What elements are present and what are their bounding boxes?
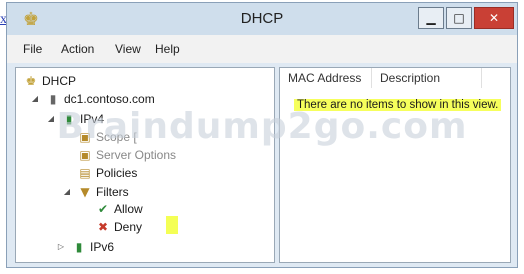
tree-label-dhcp: DHCP — [42, 74, 77, 88]
column-header-mac[interactable]: MAC Address — [280, 68, 372, 88]
deny-x-icon: ✖ — [97, 220, 109, 234]
menu-bar: File Action View Help — [7, 35, 517, 63]
tree-label-allow: Allow — [114, 202, 143, 216]
menu-action[interactable]: Action — [61, 42, 94, 56]
expand-triangle-icon[interactable]: ◢ — [62, 183, 72, 201]
close-button[interactable]: ✕ — [474, 7, 514, 29]
close-icon: ✕ — [488, 11, 500, 25]
title-bar[interactable]: ♚ DHCP ▁ □ ✕ — [7, 3, 517, 35]
content-panes: ♚ DHCP ◢ ▮ dc1.contoso.com ◢ ▮ IPv4 ▣ Sc… — [15, 67, 511, 263]
watermark: Braindump2go.com — [56, 106, 468, 147]
highlighter-mark — [166, 216, 178, 234]
menu-view[interactable]: View — [115, 42, 141, 56]
menu-help[interactable]: Help — [155, 42, 180, 56]
server-options-icon: ▣ — [79, 148, 91, 162]
tree-label-filters: Filters — [96, 185, 129, 199]
tree-label-deny: Deny — [114, 220, 143, 234]
maximize-icon: □ — [453, 11, 465, 25]
maximize-button[interactable]: □ — [446, 7, 472, 29]
ipv6-icon: ▮ — [75, 240, 83, 254]
column-header-description[interactable]: Description — [372, 68, 482, 88]
allow-check-icon: ✔ — [97, 202, 109, 216]
menu-file[interactable]: File — [23, 42, 42, 56]
tree-label-server-options: Server Options — [96, 148, 177, 162]
minimize-icon: ▁ — [426, 11, 436, 25]
tree-label-ipv6: IPv6 — [90, 240, 115, 254]
minimize-button[interactable]: ▁ — [418, 7, 444, 29]
result-list: MAC Address Description There are no ite… — [279, 67, 511, 263]
server-icon: ▮ — [49, 92, 57, 106]
collapse-triangle-icon[interactable]: ▷ — [56, 238, 66, 256]
tree-label-policies: Policies — [96, 166, 138, 180]
dhcp-icon: ♚ — [25, 74, 37, 88]
filters-icon: ▼ — [80, 185, 90, 199]
policies-icon: ▤ — [79, 166, 91, 180]
console-tree: ♚ DHCP ◢ ▮ dc1.contoso.com ◢ ▮ IPv4 ▣ Sc… — [15, 67, 275, 263]
